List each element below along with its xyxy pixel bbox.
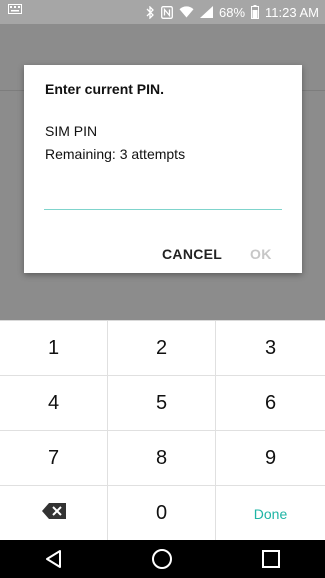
battery-percentage: 68% [219, 4, 246, 20]
key-6[interactable]: 6 [216, 376, 325, 431]
clock: 11:23 AM [265, 4, 319, 20]
nfc-icon [161, 5, 173, 19]
keyboard-icon [8, 4, 22, 14]
key-7[interactable]: 7 [0, 431, 108, 486]
back-arrow-icon [0, 60, 14, 74]
remaining-attempts: Remaining: 3 attempts [45, 146, 186, 162]
backspace-icon [41, 502, 66, 525]
backspace-key[interactable] [0, 486, 108, 541]
battery-icon [251, 5, 260, 19]
key-5[interactable]: 5 [108, 376, 216, 431]
pin-input[interactable] [44, 183, 282, 210]
back-icon[interactable] [41, 546, 67, 572]
navigation-bar [0, 540, 325, 578]
recents-icon[interactable] [258, 546, 284, 572]
wifi-icon [179, 6, 194, 18]
key-4[interactable]: 4 [0, 376, 108, 431]
ok-button[interactable]: OK [250, 246, 272, 262]
dialog-title: Enter current PIN. [45, 81, 165, 97]
key-9[interactable]: 9 [216, 431, 325, 486]
pin-dialog: Enter current PIN. SIM PIN Remaining: 3 … [24, 65, 302, 273]
home-icon[interactable] [149, 546, 175, 572]
status-bar: 68% 11:23 AM [0, 0, 325, 24]
numeric-keypad: 1 2 3 4 5 6 7 8 9 0 Done [0, 320, 325, 541]
bluetooth-icon [146, 5, 155, 19]
sim-pin-label: SIM PIN [45, 123, 98, 139]
key-8[interactable]: 8 [108, 431, 216, 486]
key-0[interactable]: 0 [108, 486, 216, 541]
done-key[interactable]: Done [216, 486, 325, 541]
cancel-button[interactable]: CANCEL [162, 246, 222, 262]
key-2[interactable]: 2 [108, 321, 216, 376]
key-1[interactable]: 1 [0, 321, 108, 376]
key-3[interactable]: 3 [216, 321, 325, 376]
signal-icon [200, 6, 213, 18]
